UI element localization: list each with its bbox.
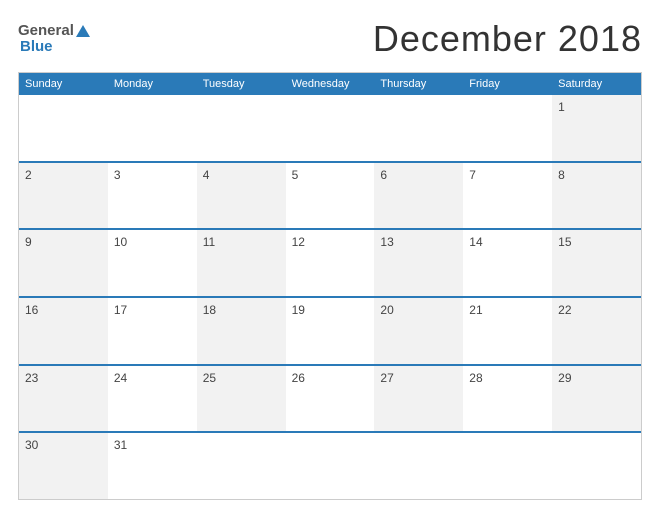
day-cell-4-5: 28 (463, 366, 552, 432)
day-cell-2-4: 13 (374, 230, 463, 296)
day-cell-4-3: 26 (286, 366, 375, 432)
day-cell-0-6: 1 (552, 95, 641, 161)
day-cell-5-6 (552, 433, 641, 499)
day-cell-4-2: 25 (197, 366, 286, 432)
day-cell-1-6: 8 (552, 163, 641, 229)
weeks: 1234567891011121314151617181920212223242… (19, 95, 641, 499)
day-cell-4-0: 23 (19, 366, 108, 432)
day-cell-2-0: 9 (19, 230, 108, 296)
day-cell-3-5: 21 (463, 298, 552, 364)
day-cell-0-3 (286, 95, 375, 161)
header-friday: Friday (463, 73, 552, 95)
header-sunday: Sunday (19, 73, 108, 95)
day-cell-1-3: 5 (286, 163, 375, 229)
week-row-4: 23242526272829 (19, 364, 641, 432)
day-cell-2-6: 15 (552, 230, 641, 296)
calendar: Sunday Monday Tuesday Wednesday Thursday… (18, 72, 642, 500)
day-cell-5-5 (463, 433, 552, 499)
week-row-2: 9101112131415 (19, 228, 641, 296)
day-cell-3-6: 22 (552, 298, 641, 364)
logo-general: General (18, 23, 74, 40)
day-cell-1-4: 6 (374, 163, 463, 229)
day-cell-2-2: 11 (197, 230, 286, 296)
day-cell-5-3 (286, 433, 375, 499)
day-headers: Sunday Monday Tuesday Wednesday Thursday… (19, 73, 641, 95)
day-cell-1-5: 7 (463, 163, 552, 229)
day-cell-1-0: 2 (19, 163, 108, 229)
header: General Blue December 2018 (18, 18, 642, 60)
header-wednesday: Wednesday (286, 73, 375, 95)
day-cell-4-1: 24 (108, 366, 197, 432)
day-cell-5-2 (197, 433, 286, 499)
day-cell-0-1 (108, 95, 197, 161)
day-cell-0-2 (197, 95, 286, 161)
header-monday: Monday (108, 73, 197, 95)
day-cell-5-1: 31 (108, 433, 197, 499)
header-tuesday: Tuesday (197, 73, 286, 95)
day-cell-2-5: 14 (463, 230, 552, 296)
day-cell-3-0: 16 (19, 298, 108, 364)
week-row-5: 3031 (19, 431, 641, 499)
week-row-0: 1 (19, 95, 641, 161)
day-cell-3-2: 18 (197, 298, 286, 364)
month-title: December 2018 (373, 18, 642, 60)
day-cell-4-4: 27 (374, 366, 463, 432)
day-cell-5-0: 30 (19, 433, 108, 499)
day-cell-3-4: 20 (374, 298, 463, 364)
day-cell-0-0 (19, 95, 108, 161)
day-cell-1-2: 4 (197, 163, 286, 229)
page: General Blue December 2018 Sunday Monday… (0, 0, 660, 510)
day-cell-3-3: 19 (286, 298, 375, 364)
day-cell-1-1: 3 (108, 163, 197, 229)
logo: General Blue (18, 23, 90, 56)
day-cell-5-4 (374, 433, 463, 499)
day-cell-2-1: 10 (108, 230, 197, 296)
day-cell-0-4 (374, 95, 463, 161)
logo-blue: Blue (20, 39, 90, 56)
logo-triangle-icon (76, 25, 90, 37)
day-cell-0-5 (463, 95, 552, 161)
day-cell-3-1: 17 (108, 298, 197, 364)
week-row-1: 2345678 (19, 161, 641, 229)
header-thursday: Thursday (374, 73, 463, 95)
day-cell-2-3: 12 (286, 230, 375, 296)
day-cell-4-6: 29 (552, 366, 641, 432)
week-row-3: 16171819202122 (19, 296, 641, 364)
header-saturday: Saturday (552, 73, 641, 95)
